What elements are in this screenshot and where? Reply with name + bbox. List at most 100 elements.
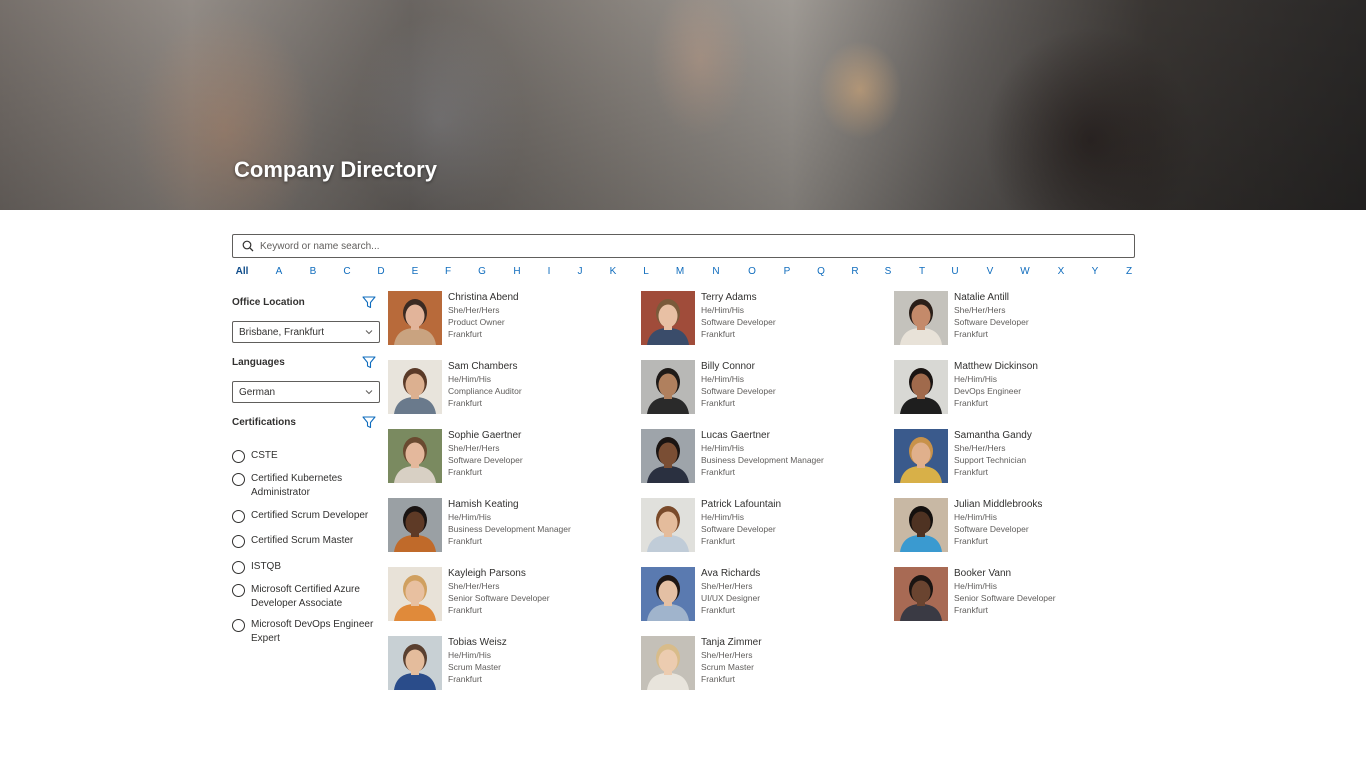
alphabet-letter-n[interactable]: N (712, 266, 719, 277)
person-title: Software Developer (954, 524, 1029, 534)
alphabet-letter-d[interactable]: D (377, 266, 384, 277)
languages-filter-icon[interactable] (362, 356, 376, 369)
certification-label: Microsoft Certified Azure Developer Asso… (251, 584, 360, 609)
alphabet-letter-all[interactable]: All (236, 266, 249, 277)
person-card[interactable]: Natalie Antill She/Her/Hers Software Devel… (894, 291, 1134, 347)
certification-option-azure-developer[interactable]: Microsoft Certified Azure Developer Asso… (232, 584, 382, 611)
person-name: Ava Richards (701, 568, 761, 579)
radio-button[interactable] (232, 473, 245, 486)
certification-option-istqb[interactable]: ISTQB (232, 561, 382, 574)
person-photo (894, 291, 948, 345)
search-box[interactable] (232, 234, 1135, 258)
alphabet-letter-e[interactable]: E (412, 266, 419, 277)
radio-button[interactable] (232, 535, 245, 548)
alphabet-letter-w[interactable]: W (1020, 266, 1029, 277)
alphabet-letter-m[interactable]: M (676, 266, 684, 277)
person-pronouns: He/Him/His (701, 512, 744, 522)
office-location-dropdown[interactable]: Brisbane, Frankfurt (232, 321, 380, 343)
alphabet-letter-j[interactable]: J (578, 266, 583, 277)
certification-option-cste[interactable]: CSTE (232, 450, 382, 463)
alphabet-letter-y[interactable]: Y (1092, 266, 1099, 277)
certification-option-devops-expert[interactable]: Microsoft DevOps Engineer Expert (232, 619, 382, 646)
person-pronouns: She/Her/Hers (701, 650, 753, 660)
person-location: Frankfurt (701, 536, 736, 546)
alphabet-letter-g[interactable]: G (478, 266, 486, 277)
alphabet-letter-s[interactable]: S (885, 266, 892, 277)
radio-button[interactable] (232, 619, 245, 632)
person-card[interactable]: Sam Chambers He/Him/His Compliance Auditor… (388, 360, 628, 416)
person-info: Matthew Dickinson He/Him/His DevOps Engine… (954, 361, 1038, 409)
radio-button[interactable] (232, 450, 245, 463)
alphabet-letter-v[interactable]: V (987, 266, 994, 277)
alphabet-letter-h[interactable]: H (513, 266, 520, 277)
person-location: Frankfurt (448, 467, 483, 477)
person-photo (894, 567, 948, 621)
certification-label: Certified Scrum Master (251, 535, 354, 546)
person-card[interactable]: Tanja Zimmer She/Her/Hers Scrum Master Fran… (641, 636, 881, 692)
person-title: Business Development Manager (448, 524, 571, 534)
certifications-filter-icon[interactable] (362, 416, 376, 429)
person-name: Booker Vann (954, 568, 1012, 579)
alphabet-letter-k[interactable]: K (610, 266, 617, 277)
alphabet-letter-b[interactable]: B (310, 266, 317, 277)
person-card[interactable]: Tobias Weisz He/Him/His Scrum Master Frankf… (388, 636, 628, 692)
alphabet-letter-x[interactable]: X (1058, 266, 1065, 277)
certification-option-scrum-developer[interactable]: Certified Scrum Developer (232, 510, 382, 523)
alphabet-letter-z[interactable]: Z (1126, 266, 1132, 277)
search-input[interactable] (260, 240, 1134, 252)
person-location: Frankfurt (701, 329, 736, 339)
person-name: Billy Connor (701, 361, 755, 372)
radio-button[interactable] (232, 561, 245, 574)
person-card[interactable]: Sophie Gaertner She/Her/Hers Software Deve… (388, 429, 628, 485)
certification-option-scrum-master[interactable]: Certified Scrum Master (232, 535, 382, 548)
person-photo (641, 636, 695, 690)
radio-button[interactable] (232, 510, 245, 523)
person-card[interactable]: Matthew Dickinson He/Him/His DevOps Engine… (894, 360, 1134, 416)
person-card[interactable]: Samantha Gandy She/Her/Hers Support Techni… (894, 429, 1134, 485)
person-photo (894, 498, 948, 552)
certification-label: Certified Scrum Developer (251, 510, 369, 521)
person-card[interactable]: Christina Abend She/Her/Hers Product Owner… (388, 291, 628, 347)
alphabet-letter-r[interactable]: R (851, 266, 858, 277)
radio-button[interactable] (232, 584, 245, 597)
certification-option-kubernetes[interactable]: Certified Kubernetes Administrator (232, 473, 382, 500)
person-title: Software Developer (701, 386, 776, 396)
person-card[interactable]: Hamish Keating He/Him/His Business Develop… (388, 498, 628, 554)
alphabet-letter-q[interactable]: Q (817, 266, 825, 277)
person-card[interactable]: Terry Adams He/Him/His Software Developer F… (641, 291, 881, 347)
person-info: Tobias Weisz He/Him/His Scrum Master Frankf… (448, 637, 507, 685)
office-location-filter-icon[interactable] (362, 296, 376, 309)
person-location: Frankfurt (954, 398, 989, 408)
alphabet-letter-u[interactable]: U (951, 266, 958, 277)
person-name: Matthew Dickinson (954, 361, 1038, 372)
alphabet-letter-f[interactable]: F (445, 266, 451, 277)
alphabet-letter-o[interactable]: O (748, 266, 756, 277)
alphabet-letter-t[interactable]: T (919, 266, 925, 277)
person-pronouns: He/Him/His (954, 581, 997, 591)
person-photo (388, 291, 442, 345)
alphabet-letter-p[interactable]: P (784, 266, 791, 277)
person-pronouns: He/Him/His (448, 512, 491, 522)
alphabet-letter-a[interactable]: A (276, 266, 283, 277)
chevron-down-icon (365, 330, 373, 335)
chevron-down-icon (365, 390, 373, 395)
person-name: Samantha Gandy (954, 430, 1032, 441)
person-card[interactable]: Patrick Lafountain He/Him/His Software Dev… (641, 498, 881, 554)
person-title: Scrum Master (448, 662, 501, 672)
person-card[interactable]: Billy Connor He/Him/His Software Developer… (641, 360, 881, 416)
person-card[interactable]: Ava Richards She/Her/Hers UI/UX Designer Fr… (641, 567, 881, 623)
person-card[interactable]: Booker Vann He/Him/His Senior Software Dev… (894, 567, 1134, 623)
person-info: Lucas Gaertner He/Him/His Business Develop… (701, 430, 824, 478)
alphabet-letter-l[interactable]: L (643, 266, 649, 277)
alphabet-letter-c[interactable]: C (343, 266, 350, 277)
alphabet-letter-i[interactable]: I (548, 266, 551, 277)
person-info: Terry Adams He/Him/His Software Developer F… (701, 292, 776, 340)
languages-dropdown[interactable]: German (232, 381, 380, 403)
person-card[interactable]: Lucas Gaertner He/Him/His Business Develop… (641, 429, 881, 485)
person-location: Frankfurt (701, 674, 736, 684)
person-card[interactable]: Kayleigh Parsons She/Her/Hers Senior Softw… (388, 567, 628, 623)
person-card[interactable]: Julian Middlebrooks He/Him/His Software De… (894, 498, 1134, 554)
person-title: Support Technician (954, 455, 1027, 465)
person-photo (641, 567, 695, 621)
search-icon (242, 240, 254, 252)
